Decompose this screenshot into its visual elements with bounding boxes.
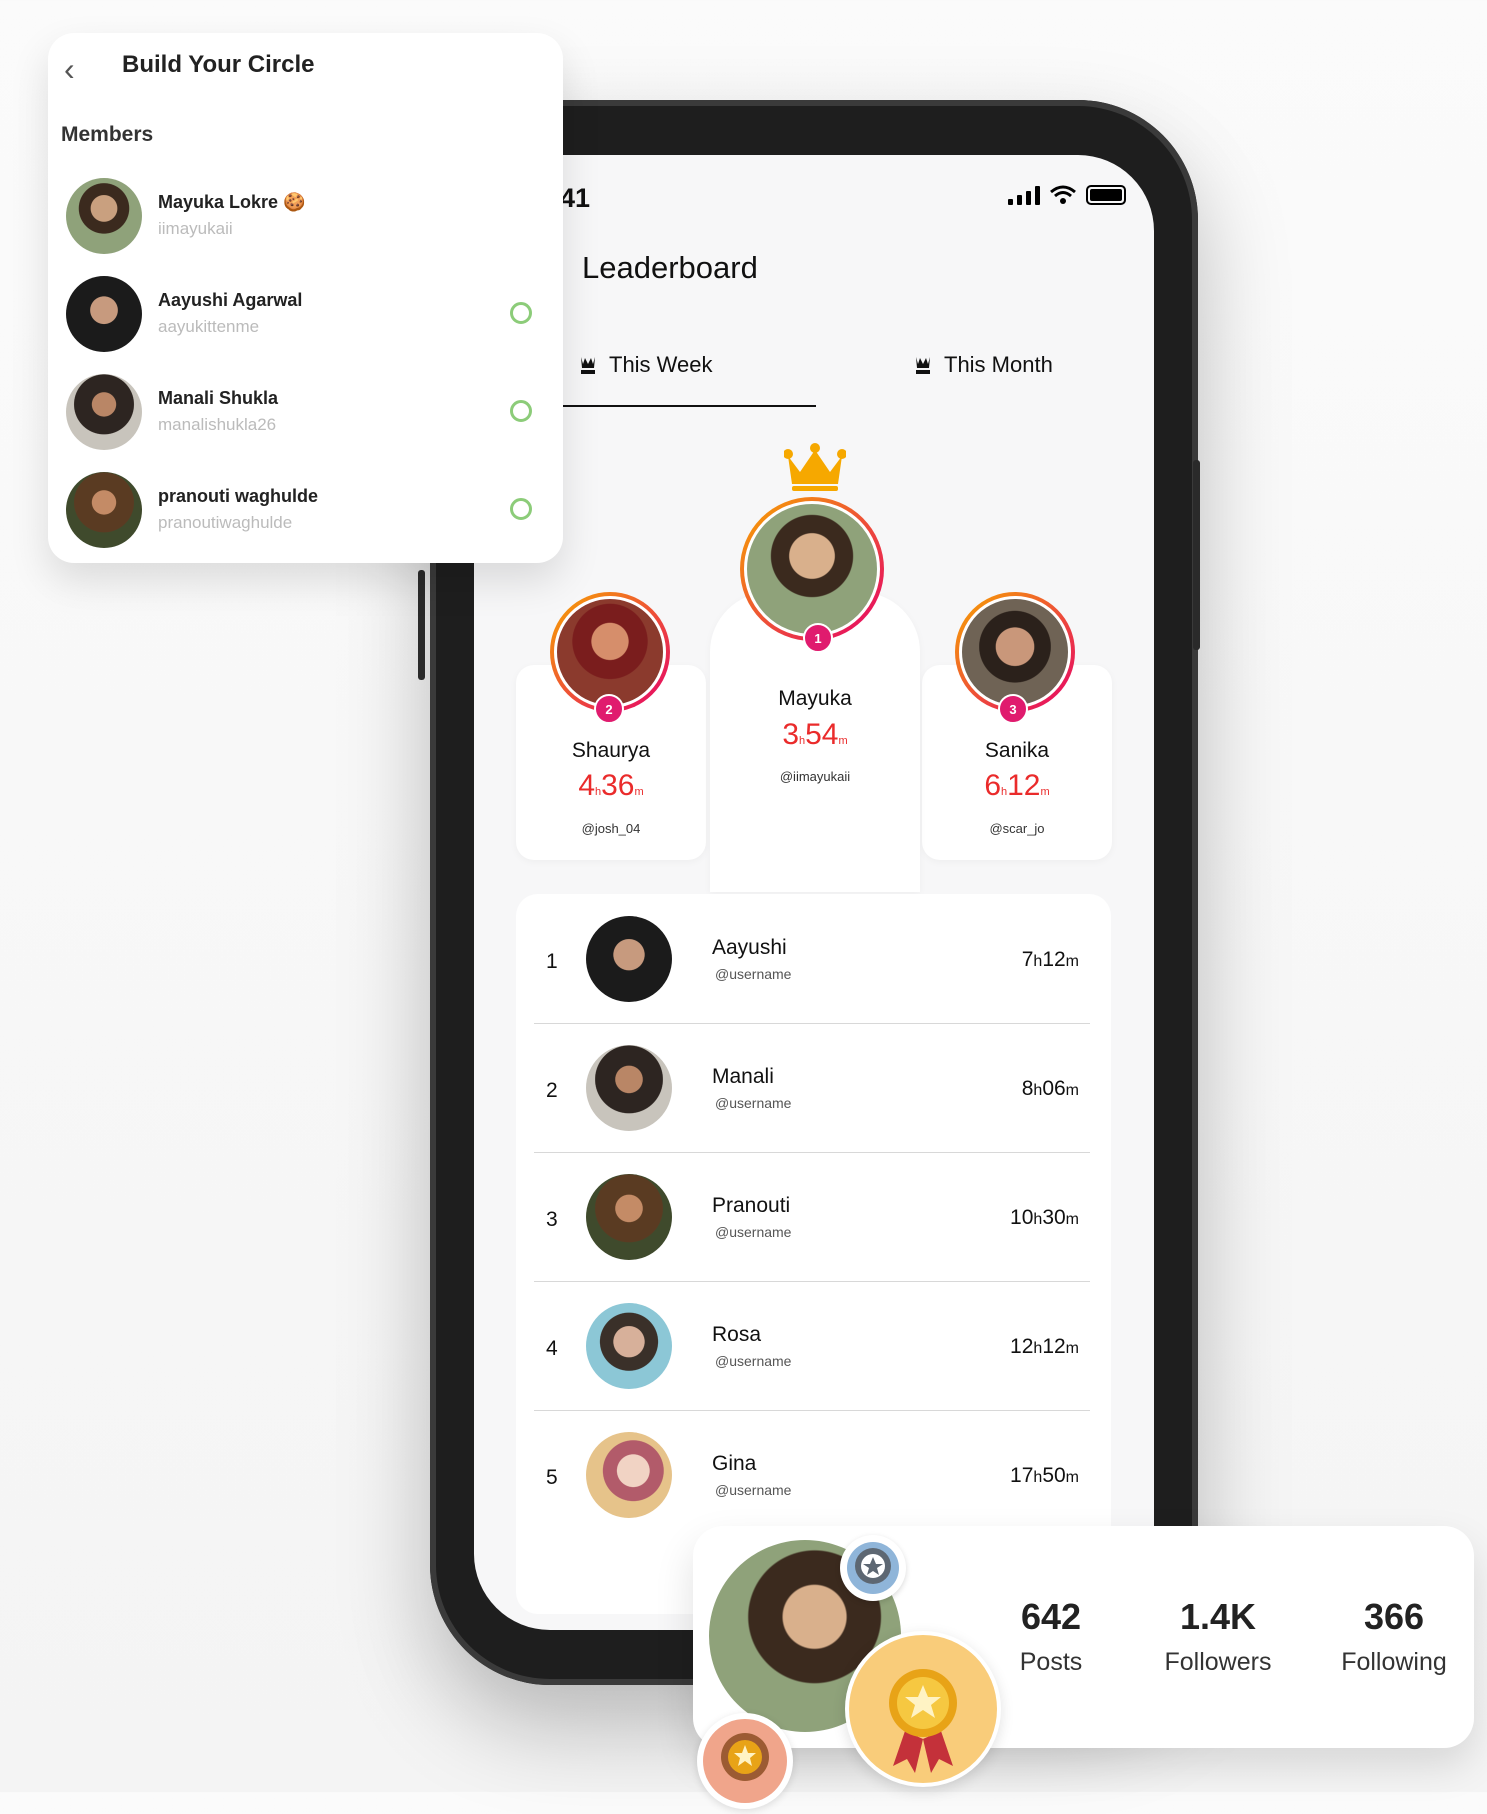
row-name: Rosa: [712, 1323, 762, 1346]
avatar: [586, 1303, 672, 1389]
leaderboard-row[interactable]: 1 Aayushi @username 7h12m: [534, 894, 1090, 1024]
member-name: Mayuka Lokre 🍪: [158, 192, 306, 212]
back-icon[interactable]: ‹: [64, 51, 75, 88]
crown-icon: [784, 443, 846, 491]
page-title: Leaderboard: [582, 250, 758, 285]
leaderboard-list: 1 Aayushi @username 7h12m 2 Manali @user…: [516, 894, 1111, 1614]
stat-label: Following: [1341, 1648, 1447, 1676]
avatar: [66, 276, 142, 352]
avatar: [66, 472, 142, 548]
podium-handle: @josh_04: [581, 821, 641, 836]
status-time: 41: [560, 183, 591, 213]
members-heading: Members: [61, 123, 154, 146]
stat-followers[interactable]: 1.4K Followers: [1138, 1596, 1298, 1677]
rank-badge: 2: [594, 694, 624, 724]
row-time: 7h12m: [1021, 948, 1079, 971]
row-handle: @username: [715, 966, 792, 982]
avatar: [586, 1045, 672, 1131]
row-handle: @username: [715, 1482, 792, 1498]
bronze-medal-icon: [697, 1713, 793, 1809]
select-checkbox[interactable]: [510, 302, 532, 324]
rank-badge: 1: [803, 623, 833, 653]
stat-value: 366: [1363, 1596, 1425, 1637]
podium-time: 6h12m: [984, 769, 1050, 802]
row-handle: @username: [715, 1095, 792, 1111]
row-rank: 5: [546, 1466, 558, 1489]
leaderboard-row[interactable]: 5 Gina @username 17h50m: [534, 1410, 1090, 1539]
member-item[interactable]: Manali Shukla manalishukla26: [66, 374, 536, 454]
avatar: [586, 1432, 672, 1518]
avatar: [66, 178, 142, 254]
gold-medal-icon: [845, 1631, 1001, 1787]
stat-following[interactable]: 366 Following: [1314, 1596, 1474, 1677]
member-username: iimayukaii: [158, 219, 233, 238]
podium-name: Mayuka: [778, 687, 852, 710]
cookie-icon: 🍪: [283, 192, 306, 212]
profile-stats-card: 642 Posts 1.4K Followers 366 Following: [693, 1526, 1474, 1748]
row-time: 12h12m: [1010, 1335, 1079, 1358]
stat-value: 1.4K: [1179, 1596, 1257, 1637]
signal-icon: [1008, 185, 1040, 205]
tab-this-week[interactable]: This Week: [579, 352, 713, 378]
leaderboard-row[interactable]: 3 Pranouti @username 10h30m: [534, 1152, 1090, 1282]
member-name: pranouti waghulde: [158, 486, 318, 506]
phone-side-button: [1193, 460, 1200, 650]
member-username: pranoutiwaghulde: [158, 513, 293, 532]
battery-icon: [1086, 185, 1126, 205]
row-handle: @username: [715, 1224, 792, 1240]
leaderboard-row[interactable]: 4 Rosa @username 12h12m: [534, 1281, 1090, 1411]
row-rank: 1: [546, 950, 558, 973]
silver-medal-icon: [840, 1535, 906, 1601]
podium-name: Sanika: [984, 739, 1050, 762]
avatar: [586, 916, 672, 1002]
member-username: manalishukla26: [158, 415, 277, 434]
row-name: Manali: [712, 1065, 774, 1088]
select-checkbox[interactable]: [510, 498, 532, 520]
chess-queen-icon: [581, 357, 595, 374]
active-tab-indicator: [554, 405, 816, 407]
podium-time: 4h36m: [578, 769, 644, 802]
app-screen: 41 Leaderboard This Week This Month 1 2 …: [474, 155, 1154, 1630]
phone-volume-button: [418, 570, 425, 680]
chess-queen-icon: [916, 357, 930, 374]
row-rank: 2: [546, 1079, 558, 1102]
member-item[interactable]: Mayuka Lokre 🍪 iimayukaii: [66, 178, 536, 258]
avatar: [586, 1174, 672, 1260]
row-name: Gina: [712, 1452, 757, 1475]
member-item[interactable]: pranouti waghulde pranoutiwaghulde: [66, 472, 536, 552]
row-name: Pranouti: [712, 1194, 791, 1217]
wifi-icon: [1050, 185, 1076, 204]
row-time: 17h50m: [1010, 1464, 1079, 1487]
row-time: 10h30m: [1010, 1206, 1079, 1229]
member-name: Aayushi Agarwal: [158, 290, 303, 310]
row-handle: @username: [715, 1353, 792, 1369]
panel-title: Build Your Circle: [122, 51, 315, 78]
row-rank: 3: [546, 1208, 558, 1231]
podium-handle: @iimayukaii: [779, 769, 851, 784]
tab-label: This Month: [944, 352, 1053, 377]
avatar: [66, 374, 142, 450]
row-name: Aayushi: [712, 936, 787, 959]
row-rank: 4: [546, 1337, 558, 1360]
podium-time: 3h54m: [782, 718, 848, 751]
podium-name: Shaurya: [571, 739, 651, 762]
select-checkbox[interactable]: [510, 400, 532, 422]
row-time: 8h06m: [1021, 1077, 1079, 1100]
leaderboard-row[interactable]: 2 Manali @username 8h06m: [534, 1023, 1090, 1153]
tab-label: This Week: [609, 352, 713, 377]
status-icons: [1008, 185, 1126, 205]
tab-this-month[interactable]: This Month: [914, 352, 1053, 378]
rank-badge: 3: [998, 694, 1028, 724]
member-item[interactable]: Aayushi Agarwal aayukittenme: [66, 276, 536, 356]
member-username: aayukittenme: [158, 317, 260, 336]
member-name: Manali Shukla: [158, 388, 279, 408]
avatar-first[interactable]: [740, 497, 884, 641]
build-circle-panel: ‹ Build Your Circle Members Mayuka Lokre…: [48, 33, 563, 563]
stat-label: Followers: [1164, 1648, 1272, 1676]
podium-handle: @scar_jo: [989, 821, 1045, 836]
